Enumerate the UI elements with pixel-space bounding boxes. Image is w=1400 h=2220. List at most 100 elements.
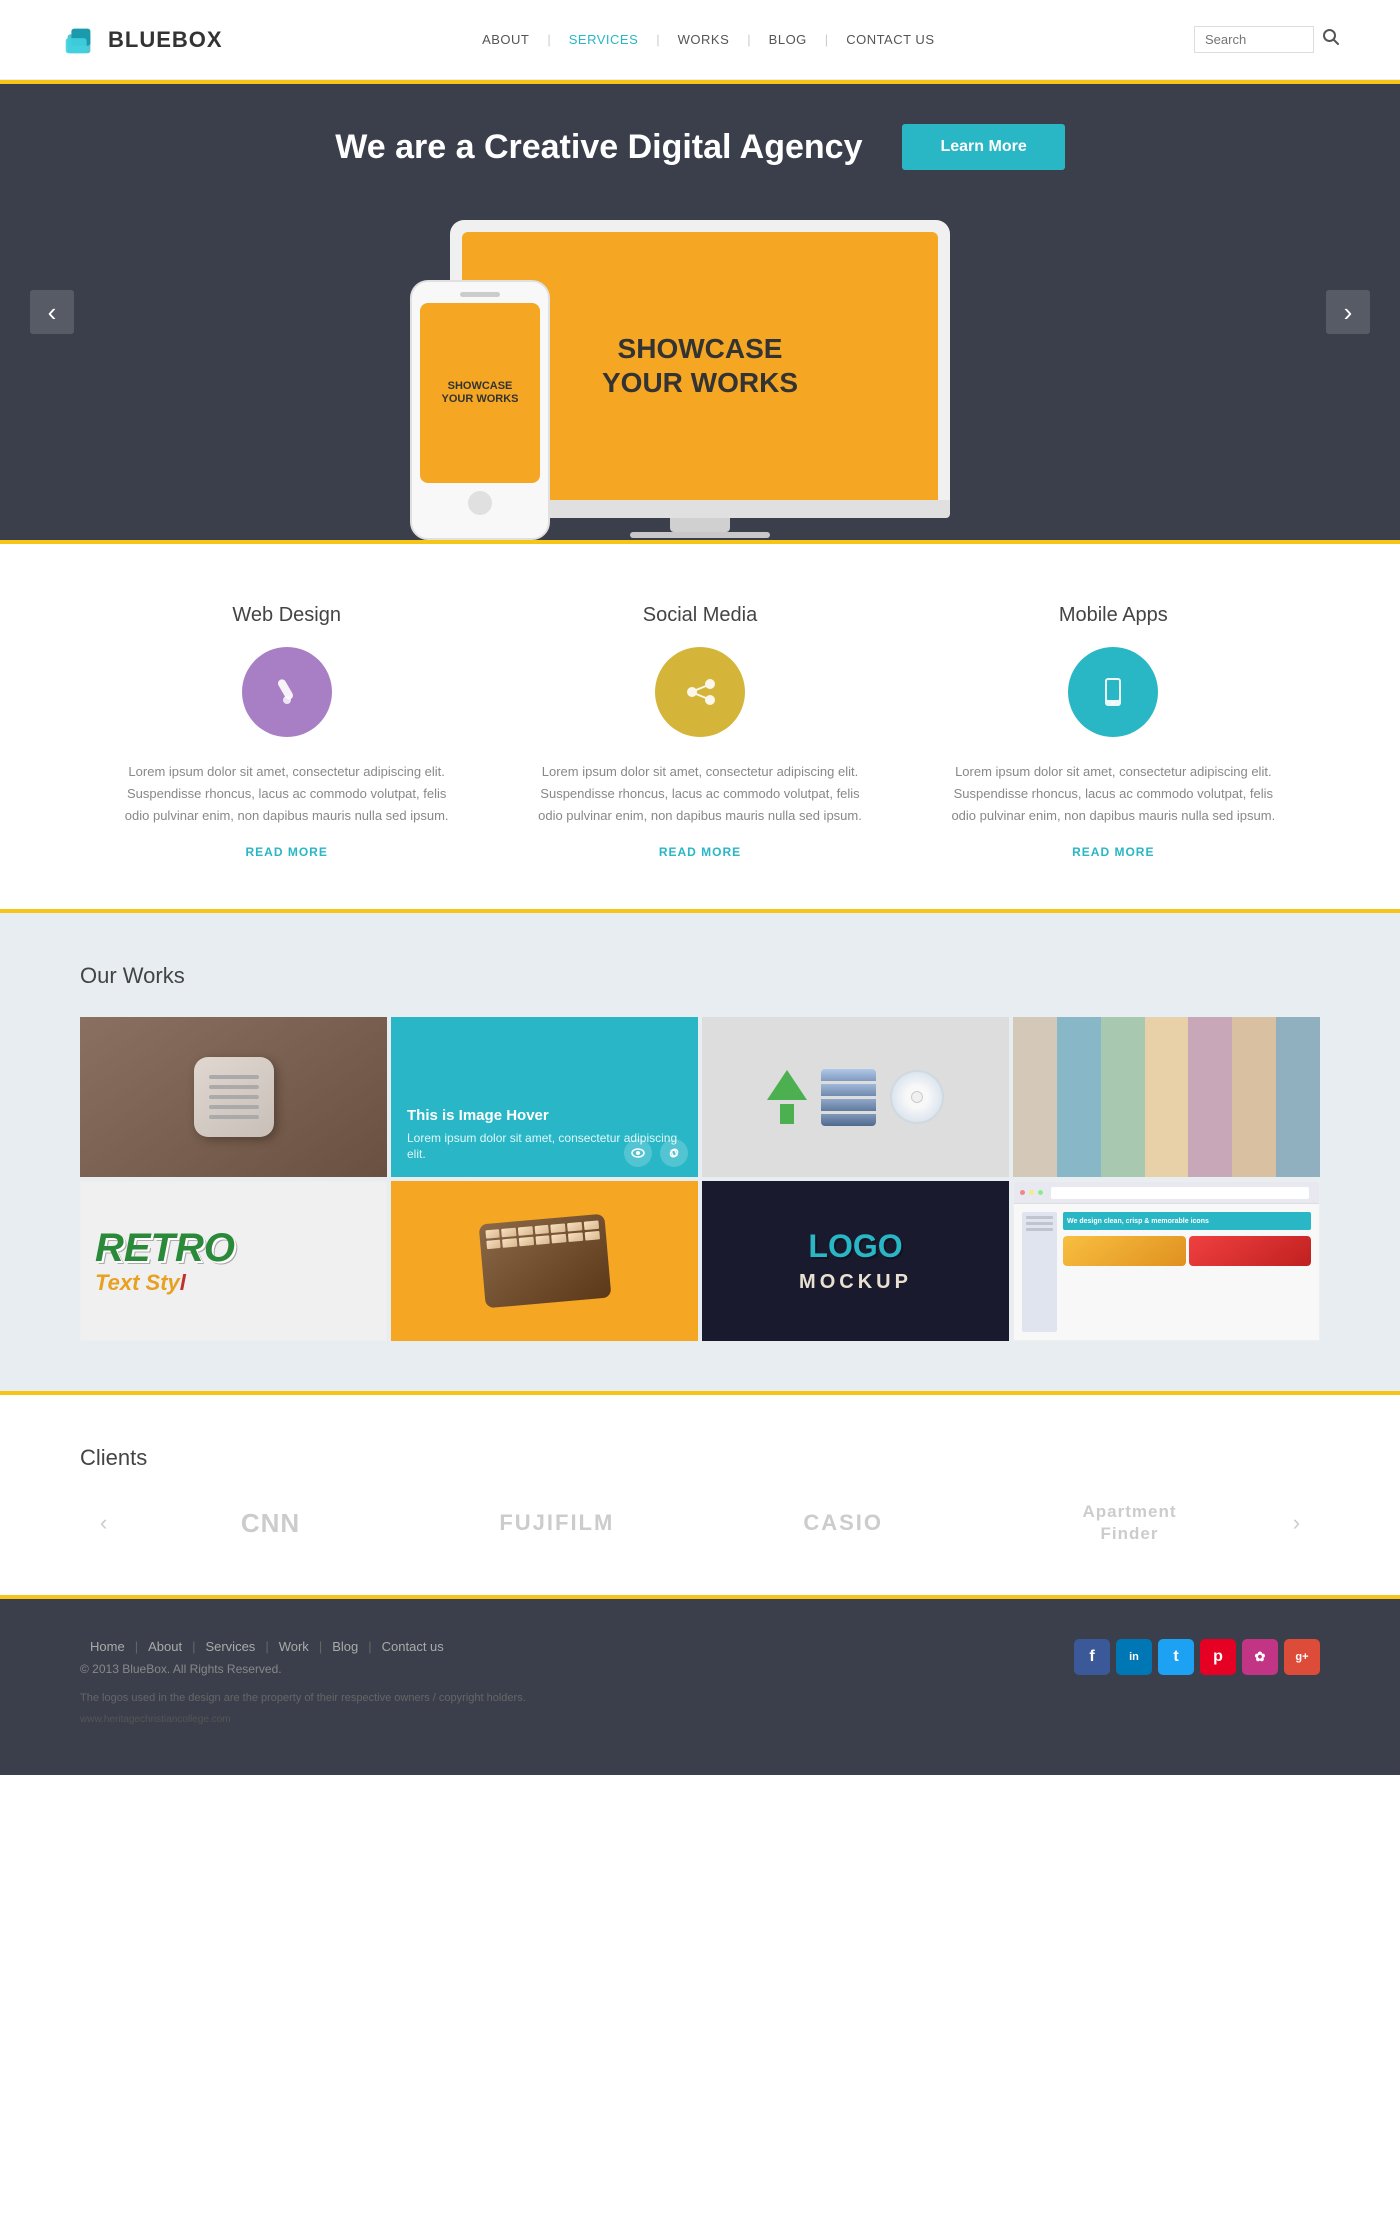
hero-prev-button[interactable]: ‹ [30, 290, 74, 334]
learn-more-button[interactable]: Learn More [902, 124, 1064, 170]
work-item-6[interactable] [391, 1181, 698, 1341]
footer-link-services[interactable]: Services [195, 1639, 265, 1654]
footer-link-about[interactable]: About [138, 1639, 192, 1654]
social-linkedin[interactable]: in [1116, 1639, 1152, 1675]
logo[interactable]: BLUEBOX [60, 21, 223, 59]
logo-mockup-sub: MOCKUP [799, 1271, 912, 1294]
nav-blog[interactable]: BLOG [751, 32, 825, 47]
hero-tagline: We are a Creative Digital Agency [335, 128, 862, 167]
service-web-design: Web Design Lorem ipsum dolor sit amet, c… [80, 604, 493, 859]
service-mobile-apps-icon [1068, 647, 1158, 737]
service-mobile-apps-title: Mobile Apps [1059, 604, 1168, 627]
link-icon[interactable] [660, 1139, 688, 1167]
phone-device: SHOWCASEYOUR WORKS [410, 280, 550, 540]
service-social-media-text: Lorem ipsum dolor sit amet, consectetur … [533, 761, 866, 827]
service-mobile-apps: Mobile Apps Lorem ipsum dolor sit amet, … [907, 604, 1320, 859]
share-icon [678, 670, 722, 714]
work-item-2[interactable]: This is Image Hover Lorem ipsum dolor si… [391, 1017, 698, 1177]
services-section: Web Design Lorem ipsum dolor sit amet, c… [0, 540, 1400, 909]
eye-icon [630, 1145, 646, 1161]
hover-action-icons [624, 1139, 688, 1167]
our-works-section: Our Works This is Image Hover [0, 909, 1400, 1391]
retro-text: RETRO [95, 1226, 235, 1270]
phone-screen-text: SHOWCASEYOUR WORKS [442, 380, 519, 406]
hover-title: This is Image Hover [407, 1107, 549, 1124]
footer-disclaimer: The logos used in the design are the pro… [80, 1692, 526, 1704]
service-web-design-text: Lorem ipsum dolor sit amet, consectetur … [120, 761, 453, 827]
client-logo-apartment: ApartmentFinder [986, 1501, 1272, 1545]
search-icon [1322, 28, 1340, 46]
work-item-7[interactable]: LOGO MOCKUP [702, 1181, 1009, 1341]
footer-left: Home | About | Services | Work | Blog | … [80, 1639, 526, 1725]
clients-prev-button[interactable]: ‹ [80, 1510, 127, 1536]
keyboard-icon [478, 1214, 611, 1309]
footer-link-contact[interactable]: Contact us [372, 1639, 454, 1654]
website-screenshot: We design clean, crisp & memorable icons [1014, 1182, 1319, 1340]
footer-nav: Home | About | Services | Work | Blog | … [80, 1639, 526, 1654]
arrow-icon [767, 1070, 807, 1124]
service-social-media: Social Media Lorem ipsum dolor sit amet,… [493, 604, 906, 859]
notebook-icon [194, 1057, 274, 1137]
service-web-design-read-more[interactable]: READ MORE [245, 845, 327, 859]
clients-row: ‹ CNN FUJIFILM CASIO ApartmentFinder › [80, 1501, 1320, 1545]
clients-title: Clients [80, 1445, 1320, 1471]
footer-link-work[interactable]: Work [269, 1639, 319, 1654]
client-logo-cnn: CNN [127, 1508, 413, 1539]
retro-sub-text: Text Styl [95, 1270, 186, 1296]
laptop-screen-text: SHOWCASEYOUR WORKS [602, 332, 798, 399]
social-icons: f in t p ✿ g+ [1074, 1639, 1320, 1675]
nav-services[interactable]: SERVICES [551, 32, 657, 47]
service-web-design-icon [242, 647, 332, 737]
hero-devices: SHOWCASEYOUR WORKS SHOWCASEYOUR WORKS [0, 190, 1400, 540]
client-logo-casio: CASIO [700, 1510, 986, 1536]
clients-next-button[interactable]: › [1273, 1510, 1320, 1536]
service-web-design-title: Web Design [232, 604, 341, 627]
mobile-icon [1091, 670, 1135, 714]
chain-icon [667, 1146, 681, 1160]
footer-main: Home | About | Services | Work | Blog | … [80, 1639, 1320, 1725]
hero-section: We are a Creative Digital Agency Learn M… [0, 80, 1400, 540]
database-stack [821, 1069, 876, 1126]
works-grid: This is Image Hover Lorem ipsum dolor si… [80, 1017, 1320, 1341]
footer-copyright: © 2013 BlueBox. All Rights Reserved. [80, 1662, 526, 1676]
social-facebook[interactable]: f [1074, 1639, 1110, 1675]
nav-contact[interactable]: CONTACT US [828, 32, 952, 47]
service-social-media-read-more[interactable]: READ MORE [659, 845, 741, 859]
view-icon[interactable] [624, 1139, 652, 1167]
main-nav: ABOUT | SERVICES | WORKS | BLOG | CONTAC… [464, 32, 952, 47]
logo-text: BLUEBOX [108, 27, 223, 53]
our-works-title: Our Works [80, 963, 1320, 989]
social-pinterest[interactable]: p [1200, 1639, 1236, 1675]
header: BLUEBOX ABOUT | SERVICES | WORKS | BLOG … [0, 0, 1400, 80]
clients-section: Clients ‹ CNN FUJIFILM CASIO ApartmentFi… [0, 1391, 1400, 1595]
color-strips [1013, 1017, 1320, 1177]
work-item-1[interactable] [80, 1017, 387, 1177]
nav-works[interactable]: WORKS [660, 32, 748, 47]
cd-icon [890, 1070, 944, 1124]
search-area [1194, 26, 1340, 53]
social-googleplus[interactable]: g+ [1284, 1639, 1320, 1675]
nav-about[interactable]: ABOUT [464, 32, 547, 47]
service-social-media-icon [655, 647, 745, 737]
hero-next-button[interactable]: › [1326, 290, 1370, 334]
work-item-4[interactable] [1013, 1017, 1320, 1177]
social-twitter[interactable]: t [1158, 1639, 1194, 1675]
logo-icon [60, 21, 98, 59]
logo-mockup-text: LOGO [808, 1228, 902, 1265]
work-item-5[interactable]: RETRO Text Styl [80, 1181, 387, 1341]
work-item-3[interactable] [702, 1017, 1009, 1177]
service-mobile-apps-text: Lorem ipsum dolor sit amet, consectetur … [947, 761, 1280, 827]
social-instagram[interactable]: ✿ [1242, 1639, 1278, 1675]
search-button[interactable] [1322, 28, 1340, 51]
search-input[interactable] [1194, 26, 1314, 53]
service-mobile-apps-read-more[interactable]: READ MORE [1072, 845, 1154, 859]
footer-link-home[interactable]: Home [80, 1639, 135, 1654]
footer: Home | About | Services | Work | Blog | … [0, 1595, 1400, 1775]
work-item-8[interactable]: We design clean, crisp & memorable icons [1013, 1181, 1320, 1341]
paintbrush-icon [265, 670, 309, 714]
hero-top: We are a Creative Digital Agency Learn M… [335, 84, 1064, 190]
client-logo-fujifilm: FUJIFILM [414, 1510, 700, 1536]
footer-url: www.heritagechristiancollege.com [80, 1714, 526, 1725]
footer-link-blog[interactable]: Blog [322, 1639, 368, 1654]
service-social-media-title: Social Media [643, 604, 758, 627]
